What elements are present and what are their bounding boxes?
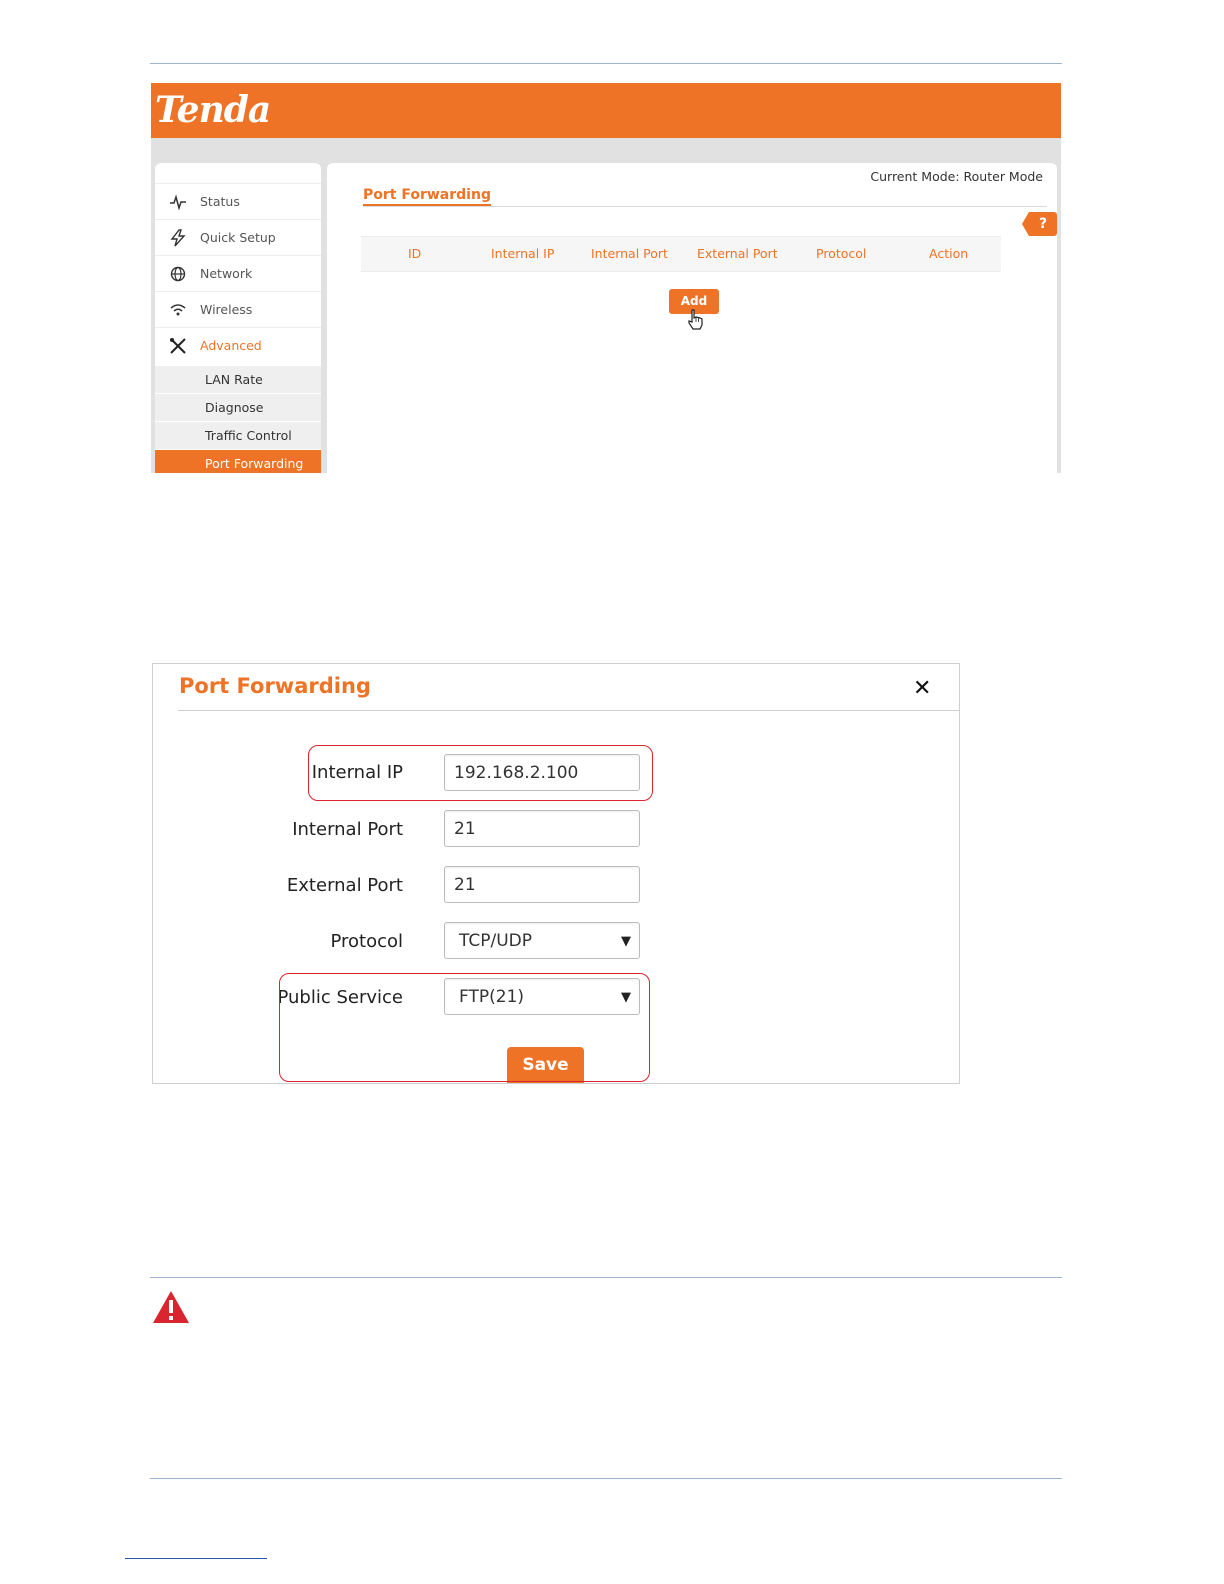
internal-port-field[interactable]: 21 xyxy=(444,810,640,847)
sidebar-item-quick-setup[interactable]: Quick Setup xyxy=(155,219,321,255)
sidebar-subitem-label: Diagnose xyxy=(205,400,264,415)
port-forwarding-dialog: Port Forwarding ✕ Internal IP 192.168.2.… xyxy=(152,663,960,1084)
table-header: ID Internal IP Internal Port External Po… xyxy=(361,236,1001,272)
close-icon[interactable]: ✕ xyxy=(913,676,931,701)
dropdown-arrow-icon: ▼ xyxy=(621,934,631,949)
sidebar-item-network[interactable]: Network xyxy=(155,255,321,291)
help-button[interactable]: ? xyxy=(1022,212,1057,236)
sidebar-subitem-port-forwarding[interactable]: Port Forwarding xyxy=(155,450,321,473)
router-admin-screenshot: Tenda Status Quick Setup Network Wireles… xyxy=(151,83,1061,473)
sidebar-item-advanced[interactable]: Advanced xyxy=(155,327,321,363)
public-service-highlight xyxy=(279,973,650,1082)
tenda-logo: Tenda xyxy=(155,89,271,131)
sidebar-subitem-traffic-control[interactable]: Traffic Control xyxy=(155,422,321,449)
sidebar-subitem-diagnose[interactable]: Diagnose xyxy=(155,394,321,421)
sidebar-item-label: Wireless xyxy=(200,302,253,317)
current-mode-text: Current Mode: Router Mode xyxy=(870,169,1043,184)
sidebar-item-wireless[interactable]: Wireless xyxy=(155,291,321,327)
sidebar-item-status[interactable]: Status xyxy=(155,183,321,219)
sidebar-item-label: Network xyxy=(200,266,253,281)
sidebar: Status Quick Setup Network Wireless Adva… xyxy=(155,163,321,473)
sidebar-subitem-lan-rate[interactable]: LAN Rate xyxy=(155,366,321,393)
bolt-icon xyxy=(170,229,186,247)
sidebar-item-label: Status xyxy=(200,194,240,209)
footer-rule xyxy=(150,1478,1062,1479)
section-rule xyxy=(150,1277,1062,1278)
brand-bar: Tenda xyxy=(151,83,1061,138)
main-panel: Current Mode: Router Mode Port Forwardin… xyxy=(327,163,1057,473)
sidebar-subitem-label: Traffic Control xyxy=(205,428,292,443)
external-port-field[interactable]: 21 xyxy=(444,866,640,903)
internal-port-label: Internal Port xyxy=(292,819,403,840)
internal-ip-highlight xyxy=(308,745,653,801)
title-divider xyxy=(363,206,1047,207)
footer-link-underline xyxy=(125,1558,267,1559)
column-header-protocol: Protocol xyxy=(816,246,867,261)
warning-triangle-icon xyxy=(153,1291,189,1323)
pulse-icon xyxy=(170,194,186,211)
tools-icon xyxy=(170,338,186,354)
globe-icon xyxy=(170,266,186,282)
sidebar-subitem-label: Port Forwarding xyxy=(205,456,304,471)
protocol-select[interactable]: TCP/UDP ▼ xyxy=(444,922,640,959)
sidebar-subitem-label: LAN Rate xyxy=(205,372,263,387)
column-header-internal-port: Internal Port xyxy=(591,246,668,261)
header-rule xyxy=(150,63,1062,64)
column-header-external-port: External Port xyxy=(697,246,778,261)
sidebar-item-label: Advanced xyxy=(200,338,262,353)
protocol-label: Protocol xyxy=(330,931,403,952)
dialog-divider xyxy=(178,710,959,711)
protocol-selected-value: TCP/UDP xyxy=(459,931,533,951)
sidebar-item-label: Quick Setup xyxy=(200,230,276,245)
column-header-internal-ip: Internal IP xyxy=(491,246,555,261)
column-header-id: ID xyxy=(408,246,422,261)
wifi-icon xyxy=(170,304,186,316)
hand-cursor-icon xyxy=(688,309,703,330)
page-title: Port Forwarding xyxy=(363,187,491,206)
column-header-action: Action xyxy=(929,246,969,261)
dialog-title: Port Forwarding xyxy=(179,674,371,698)
external-port-label: External Port xyxy=(286,875,403,896)
